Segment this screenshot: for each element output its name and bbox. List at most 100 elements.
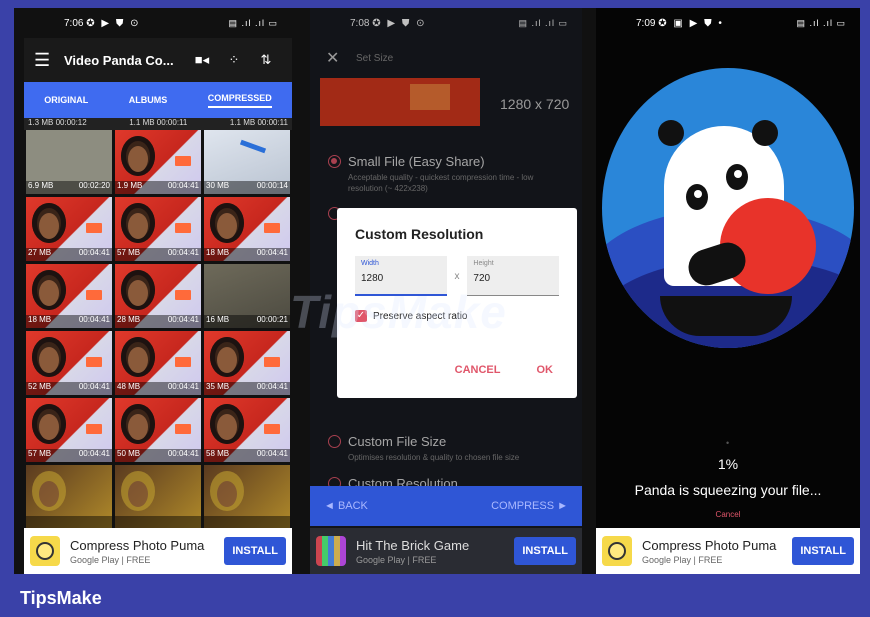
meta-text: 1.3 MB 00:00:12 [28,118,87,127]
cancel-link[interactable]: Cancel [596,510,860,519]
top-row-meta: 1.3 MB 00:00:12 1.1 MB 00:00:11 1.1 MB 0… [24,118,292,130]
back-button[interactable]: ◄ BACK [324,500,368,512]
ok-button[interactable]: OK [537,364,554,376]
thumbnail-meta: 18 MB 00:04:41 [204,248,290,261]
video-thumbnail[interactable]: 16 MB 00:00:21 [204,264,290,328]
ad-app-name: Compress Photo Puma [642,537,777,553]
ad-banner[interactable]: Compress Photo Puma Google Play | FREE I… [24,528,292,574]
install-button[interactable]: INSTALL [514,537,576,565]
install-button[interactable]: INSTALL [224,537,286,565]
menu-icon[interactable]: ☰ [34,50,64,71]
thumbnail-meta: 57 MB 00:04:41 [115,248,201,261]
meta-text: 1.1 MB 00:00:11 [229,118,288,127]
gallery-screen: 7:06 ✪ ▶ ⛊ ⊙ ▤ .ıl .ıl ▭ ☰ Video Panda C… [24,8,292,574]
duration: 00:04:41 [78,315,110,324]
file-size: 52 MB [28,382,52,391]
duration: 00:04:41 [256,382,288,391]
ad-banner[interactable]: Hit The Brick Game Google Play | FREE IN… [310,528,582,574]
file-size: 28 MB [117,315,141,324]
duration: 00:04:41 [167,449,199,458]
status-bar: 7:06 ✪ ▶ ⛊ ⊙ ▤ .ıl .ıl ▭ [24,8,292,38]
dialog-actions: CANCEL OK [455,364,553,376]
video-thumbnail[interactable]: 6.9 MB 00:02:20 [26,130,112,194]
brick-game-icon [316,536,346,566]
thumbnail-meta: 50 MB 00:04:41 [115,449,201,462]
duration: 00:04:41 [78,248,110,257]
file-size: 6.9 MB [28,181,54,190]
bottom-nav: ◄ BACK COMPRESS ► [310,486,582,526]
status-time: 7:06 [64,17,84,29]
tab-compressed[interactable]: COMPRESSED [207,93,272,108]
file-size: 58 MB [206,449,230,458]
thumbnail-meta: 35 MB 00:04:41 [204,382,290,395]
thumbnail-meta: 27 MB 00:04:41 [26,248,112,261]
video-thumbnail[interactable]: 35 MB 00:04:41 [204,331,290,395]
video-thumbnail[interactable]: 58 MB 00:04:41 [204,398,290,462]
duration: 00:04:41 [167,315,199,324]
thumbnail-meta: 28 MB 00:04:41 [115,315,201,328]
video-thumbnail[interactable] [115,465,201,529]
duration: 00:02:20 [78,181,110,190]
puma-app-icon [30,536,60,566]
file-size: 18 MB [206,248,230,257]
duration: 00:04:41 [78,382,110,391]
status-time: 7:09 [636,17,656,29]
meta-text: 1.1 MB 00:00:11 [129,118,188,127]
video-thumbnail[interactable]: 28 MB 00:04:41 [115,264,201,328]
duration: 00:04:41 [256,449,288,458]
status-bar: 7:09 ✪ ▣ ▶ ⛊ • ▤ .ıl .ıl ▭ [596,8,860,38]
times-separator: x [454,270,460,282]
tab-original[interactable]: ORIGINAL [44,95,88,105]
notification-icons: ✪ ▶ ⛊ ⊙ [86,17,141,29]
ad-app-name: Compress Photo Puma [70,537,205,553]
video-thumbnail[interactable]: 18 MB 00:04:41 [26,264,112,328]
video-thumbnail[interactable]: 48 MB 00:04:41 [115,331,201,395]
file-size: 27 MB [28,248,52,257]
thumbnail-meta: 16 MB 00:00:21 [204,315,290,328]
notification-icons: ✪ ▣ ▶ ⛊ • [658,17,724,29]
thumbnail-meta: 18 MB 00:04:41 [26,315,112,328]
ad-text: Compress Photo Puma Google Play | FREE [70,538,224,565]
ad-app-name: Hit The Brick Game [356,537,470,553]
ad-store: Google Play | FREE [356,554,437,565]
video-thumbnail[interactable] [204,465,290,529]
file-size: 57 MB [117,248,141,257]
width-value: 1280 [361,273,384,284]
cancel-button[interactable]: CANCEL [455,364,501,376]
app-bar: ☰ Video Panda Co... ■◂ ⁘ ⇅ [24,38,292,82]
sort-icon[interactable]: ⇅ [250,52,282,68]
thumbnail-meta: 52 MB 00:04:41 [26,382,112,395]
compress-button[interactable]: COMPRESS ► [491,500,568,512]
install-button[interactable]: INSTALL [792,537,854,565]
file-size: 50 MB [117,449,141,458]
video-thumbnail[interactable]: 27 MB 00:04:41 [26,197,112,261]
width-label: Width [361,260,379,267]
duration: 00:04:41 [167,382,199,391]
file-size: 30 MB [206,181,230,190]
video-thumbnail[interactable]: 1.9 MB 00:04:41 [115,130,201,194]
thumbnail-meta: 1.9 MB 00:04:41 [115,181,201,194]
ad-banner[interactable]: Compress Photo Puma Google Play | FREE I… [596,528,860,574]
panda-illustration [602,68,854,348]
video-thumbnail[interactable]: 30 MB 00:00:14 [204,130,290,194]
tab-albums[interactable]: ALBUMS [129,95,168,105]
video-thumbnail[interactable] [26,465,112,529]
video-thumbnail[interactable]: 18 MB 00:04:41 [204,197,290,261]
video-camera-icon[interactable]: ■◂ [186,52,218,68]
app-title: Video Panda Co... [64,52,174,68]
duration: 00:04:41 [167,181,199,190]
video-thumbnail[interactable]: 50 MB 00:04:41 [115,398,201,462]
ad-store: Google Play | FREE [70,554,151,565]
file-size: 48 MB [117,382,141,391]
video-thumbnail[interactable]: 57 MB 00:04:41 [115,197,201,261]
thumbnail-meta: 57 MB 00:04:41 [26,449,112,462]
thumbnail-meta: 48 MB 00:04:41 [115,382,201,395]
grid-view-icon[interactable]: ⁘ [218,52,250,68]
video-thumbnail[interactable]: 57 MB 00:04:41 [26,398,112,462]
thumbnail-meta: 30 MB 00:00:14 [204,181,290,194]
video-grid: 6.9 MB 00:02:20 1.9 MB 00:04:41 30 MB 00:00:1… [24,130,292,529]
compressing-screen: 7:09 ✪ ▣ ▶ ⛊ • ▤ .ıl .ıl ▭ • 1% Panda is… [596,8,860,574]
signal-battery-icon: ▤ .ıl .ıl ▭ [228,17,278,28]
duration: 00:04:41 [256,248,288,257]
video-thumbnail[interactable]: 52 MB 00:04:41 [26,331,112,395]
